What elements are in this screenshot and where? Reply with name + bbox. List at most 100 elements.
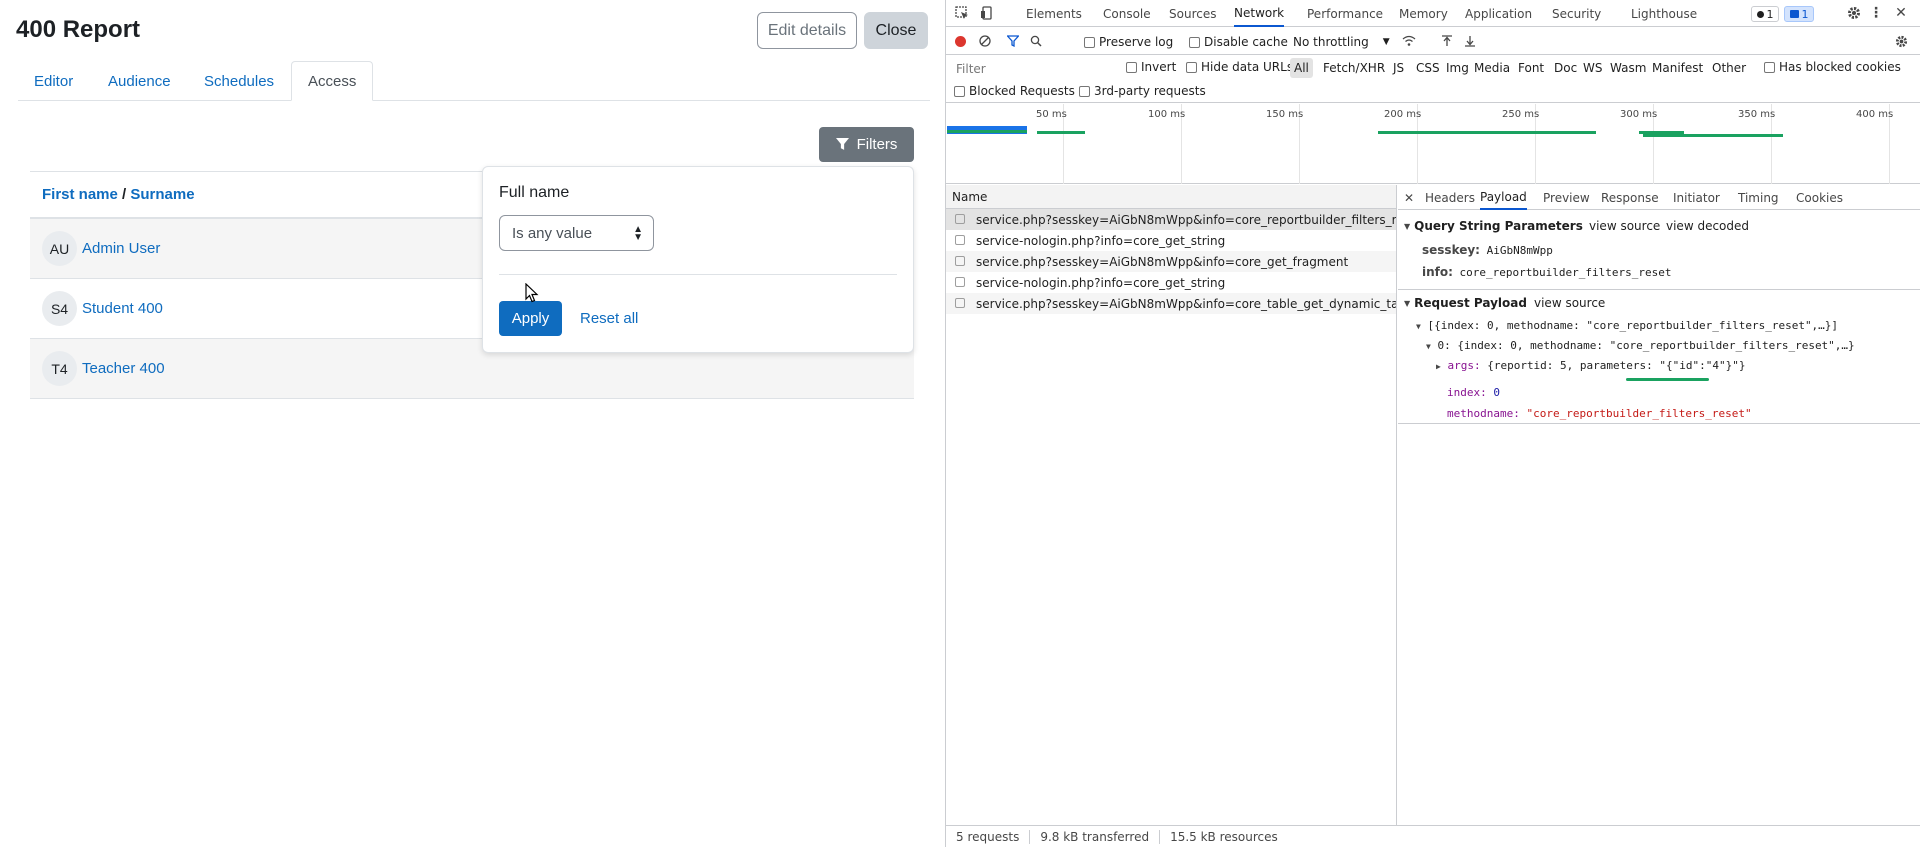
payload-view-source-link[interactable]: view source [1534,296,1605,310]
tab-access[interactable]: Access [291,61,374,101]
type-filter-js[interactable]: JS [1389,58,1408,78]
timeline-request-bar [1643,134,1783,137]
divider [499,274,897,275]
disable-cache-checkbox[interactable]: Disable cache [1189,35,1288,49]
clear-icon[interactable] [978,34,992,48]
apply-button[interactable]: Apply [499,301,562,336]
user-name-link[interactable]: Student 400 [82,300,163,317]
type-filter-other[interactable]: Other [1708,58,1750,78]
device-toolbar-icon[interactable] [979,5,995,21]
third-party-label: 3rd-party requests [1094,84,1206,98]
throttling-select[interactable]: No throttling ▼ [1293,35,1390,49]
inspect-element-icon[interactable] [954,5,970,21]
invert-checkbox[interactable]: Invert [1126,60,1176,74]
view-source-link[interactable]: view source [1589,219,1660,233]
timeline-tick-label: 100 ms [1148,109,1186,120]
blocked-requests-checkbox[interactable]: Blocked Requests [954,84,1075,98]
payload-item-node[interactable]: ▼ 0: {index: 0, methodname: "core_report… [1426,339,1855,352]
type-filter-font[interactable]: Font [1514,58,1548,78]
devtools-tab-performance[interactable]: Performance [1307,0,1383,27]
payload-item-text: 0: {index: 0, methodname: "core_reportbu… [1437,339,1855,352]
devtools-tab-security[interactable]: Security [1552,0,1601,27]
type-filter-img[interactable]: Img [1442,58,1473,78]
type-filter-media[interactable]: Media [1470,58,1514,78]
search-icon[interactable] [1029,34,1043,48]
type-filter-manifest[interactable]: Manifest [1648,58,1707,78]
type-filter-css[interactable]: CSS [1412,58,1444,78]
type-filter-wasm[interactable]: Wasm [1606,58,1650,78]
request-payload-section-toggle[interactable]: ▼ Request Payload [1404,296,1527,310]
sort-surname-link[interactable]: Surname [130,186,194,203]
preserve-log-checkbox[interactable]: Preserve log [1084,35,1173,49]
details-tab-headers[interactable]: Headers [1425,185,1475,210]
message-count-badge[interactable]: 1 [1784,6,1814,22]
filter-input[interactable]: Filter [952,60,1110,78]
has-blocked-cookies-checkbox[interactable]: Has blocked cookies [1764,60,1901,74]
devtools-tab-sources[interactable]: Sources [1169,0,1216,27]
close-details-icon[interactable]: ✕ [1404,185,1414,210]
third-party-requests-checkbox[interactable]: 3rd-party requests [1079,84,1206,98]
network-status-bar: 5 requests 9.8 kB transferred 15.5 kB re… [946,825,1920,847]
type-filter-doc[interactable]: Doc [1550,58,1581,78]
tab-audience[interactable]: Audience [108,61,171,101]
network-conditions-icon[interactable] [1401,34,1417,48]
details-tab-payload[interactable]: Payload [1480,185,1527,210]
timeline-tick-label: 250 ms [1502,109,1540,120]
user-name-link[interactable]: Teacher 400 [82,360,165,377]
filters-button[interactable]: Filters [819,127,914,162]
network-settings-gear-icon[interactable] [1894,34,1908,48]
tab-schedules[interactable]: Schedules [204,61,274,101]
request-row[interactable]: service-nologin.php?info=core_get_string [946,230,1396,251]
devtools-tab-console[interactable]: Console [1103,0,1151,27]
record-icon[interactable] [954,35,966,47]
expanded-triangle-icon: ▼ [1416,322,1421,331]
type-filter-ws[interactable]: WS [1579,58,1606,78]
user-name-link[interactable]: Admin User [82,240,160,257]
request-row[interactable]: service.php?sesskey=AiGbN8mWpp&info=core… [946,293,1396,314]
payload-args-node[interactable]: ▶ args: {reportid: 5, parameters: "{"id"… [1436,359,1745,372]
settings-gear-icon[interactable] [1846,5,1862,21]
query-string-section-toggle[interactable]: ▼ Query String Parameters [1404,219,1583,233]
export-har-icon[interactable] [1463,34,1477,48]
close-devtools-icon[interactable]: ✕ [1894,5,1908,21]
details-tab-timing[interactable]: Timing [1738,185,1779,210]
report-tabs: Editor Audience Schedules Access [18,61,930,101]
view-decoded-link[interactable]: view decoded [1666,219,1749,233]
header-separator: / [117,186,131,203]
error-count-badge[interactable]: 1 [1751,6,1779,22]
checkbox-box [954,85,965,97]
more-options-icon[interactable]: ⋮ [1869,5,1883,21]
details-tab-preview[interactable]: Preview [1543,185,1590,210]
close-button[interactable]: Close [864,12,928,49]
checkbox-box [1079,85,1090,97]
timeline-request-bar [947,130,1027,133]
devtools-tab-lighthouse[interactable]: Lighthouse [1631,0,1697,27]
timeline-tick-label: 350 ms [1738,109,1776,120]
details-tab-initiator[interactable]: Initiator [1673,185,1720,210]
type-filter-fetch-xhr[interactable]: Fetch/XHR [1319,58,1389,78]
import-har-icon[interactable] [1440,34,1454,48]
index-value: 0 [1493,386,1500,399]
details-tab-response[interactable]: Response [1601,185,1659,210]
hide-data-urls-checkbox[interactable]: Hide data URLs [1186,60,1293,74]
edit-details-button[interactable]: Edit details [757,12,857,49]
payload-root-node[interactable]: ▼ [{index: 0, methodname: "core_reportbu… [1416,319,1838,332]
devtools-tab-network[interactable]: Network [1234,0,1285,27]
request-row[interactable]: service.php?sesskey=AiGbN8mWpp&info=core… [946,209,1396,230]
request-row[interactable]: service.php?sesskey=AiGbN8mWpp&info=core… [946,251,1396,272]
devtools-tab-application[interactable]: Application [1465,0,1532,27]
request-row[interactable]: service-nologin.php?info=core_get_string [946,272,1396,293]
network-timeline-overview[interactable]: 50 ms 100 ms 150 ms 200 ms 250 ms 300 ms… [946,104,1920,184]
devtools-tab-elements[interactable]: Elements [1026,0,1082,27]
full-name-operator-select[interactable]: Is any value ▲ ▼ [499,215,654,251]
tab-editor[interactable]: Editor [34,61,73,101]
request-list-header[interactable]: Name [946,185,1396,209]
reset-all-link[interactable]: Reset all [580,310,638,327]
devtools-tab-memory[interactable]: Memory [1399,0,1448,27]
blocked-requests-label: Blocked Requests [969,84,1075,98]
sort-first-name-link[interactable]: First name [42,186,118,203]
details-tab-cookies[interactable]: Cookies [1796,185,1843,210]
devtools-tab-bar: Elements Console Sources Network Perform… [946,0,1920,27]
type-filter-all[interactable]: All [1290,58,1313,78]
filter-funnel-icon[interactable] [1006,34,1020,48]
